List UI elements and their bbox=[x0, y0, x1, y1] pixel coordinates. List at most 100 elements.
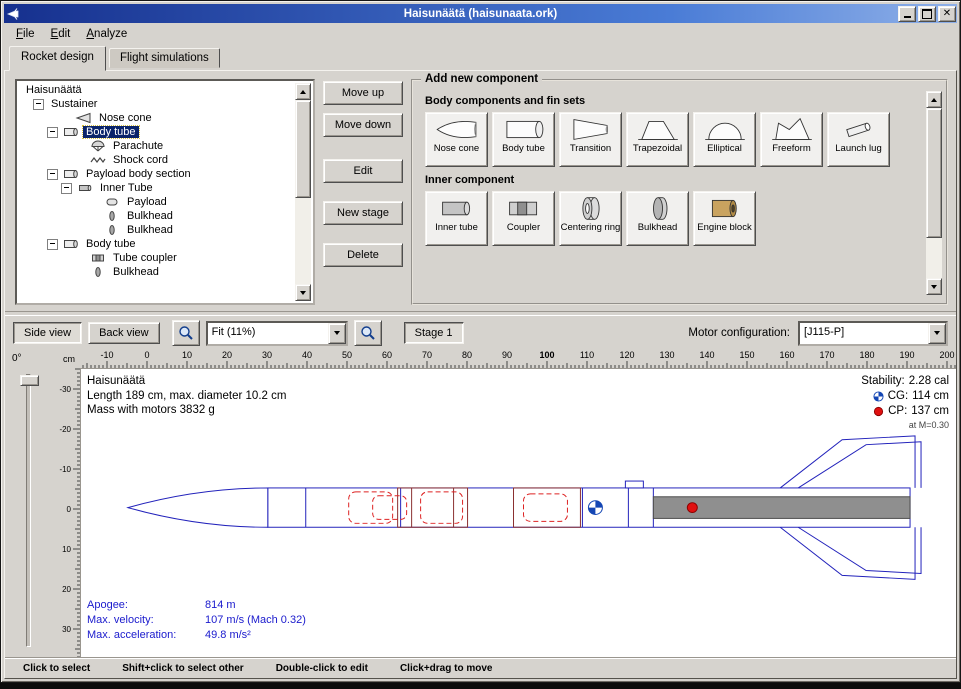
add-elliptical-button[interactable]: Elliptical bbox=[693, 112, 756, 167]
expander-icon[interactable] bbox=[47, 127, 58, 138]
window-title: Haisunäätä (haisunaata.ork) bbox=[4, 8, 957, 20]
component-scrollbar[interactable] bbox=[926, 91, 942, 295]
rocket-info: Haisunäätä Length 189 cm, max. diameter … bbox=[87, 374, 286, 418]
add-trapezoidal-button[interactable]: Trapezoidal bbox=[626, 112, 689, 167]
stage-1-button[interactable]: Stage 1 bbox=[404, 322, 464, 344]
add-launch-lug-button[interactable]: Launch lug bbox=[827, 112, 890, 167]
bulkhead-icon bbox=[89, 266, 107, 278]
transition-lg-icon bbox=[568, 116, 614, 143]
tab-flight-simulations[interactable]: Flight simulations bbox=[109, 48, 220, 68]
edit-button[interactable]: Edit bbox=[323, 159, 403, 183]
tree-item-tube-coupler[interactable]: Tube coupler bbox=[19, 251, 294, 265]
zoom-in-button[interactable] bbox=[354, 320, 382, 346]
scroll-up-button[interactable] bbox=[295, 83, 311, 100]
component-button-label: Trapezoidal bbox=[633, 144, 682, 154]
titlebar[interactable]: Haisunäätä (haisunaata.ork) ✕ bbox=[4, 4, 957, 23]
tab-rocket-design[interactable]: Rocket design bbox=[9, 46, 106, 71]
close-button[interactable]: ✕ bbox=[938, 6, 956, 22]
component-button-row-0: Nose cone Body tube Transition Trapezoidal E… bbox=[425, 112, 922, 167]
add-inner-tube-button[interactable]: Inner tube bbox=[425, 191, 488, 246]
svg-text:40: 40 bbox=[302, 350, 312, 360]
view-toolbar: Side view Back view Fit (11%) Stage 1 Mo… bbox=[5, 316, 956, 350]
minimize-button[interactable] bbox=[898, 6, 916, 22]
expander-icon[interactable] bbox=[47, 169, 58, 180]
tree-item-parachute[interactable]: Parachute bbox=[19, 139, 294, 153]
rotation-slider[interactable] bbox=[5, 368, 57, 657]
tree-item-label: Payload body section bbox=[83, 168, 194, 180]
tree-item-payload[interactable]: Payload bbox=[19, 195, 294, 209]
vertical-ruler: -30-20-100102030 bbox=[57, 368, 80, 657]
elliptical-fin-icon bbox=[702, 116, 748, 143]
back-view-button[interactable]: Back view bbox=[88, 322, 160, 344]
svg-text:80: 80 bbox=[462, 350, 472, 360]
app-icon[interactable] bbox=[6, 7, 20, 21]
shockcord-icon bbox=[89, 154, 107, 166]
motor-configuration-select[interactable]: [J115-P] bbox=[798, 321, 948, 346]
scrollbar-track[interactable] bbox=[295, 100, 311, 284]
menu-file[interactable]: File bbox=[8, 25, 43, 43]
add-transition-button[interactable]: Transition bbox=[559, 112, 622, 167]
tree-item-body-tube[interactable]: Body tube bbox=[19, 125, 294, 139]
expander-icon[interactable] bbox=[33, 99, 44, 110]
nosecone-lg-icon bbox=[434, 116, 480, 143]
ruler-unit-label: cm bbox=[63, 354, 75, 364]
add-engine-block-button[interactable]: Engine block bbox=[693, 191, 756, 246]
tree-item-sustainer[interactable]: Sustainer bbox=[19, 97, 294, 111]
tree-item-payload-body-section[interactable]: Payload body section bbox=[19, 167, 294, 181]
move-down-button[interactable]: Move down bbox=[323, 113, 403, 137]
zoom-out-button[interactable] bbox=[172, 320, 200, 346]
zoom-select[interactable]: Fit (11%) bbox=[206, 321, 348, 346]
tree-item-shock-cord[interactable]: Shock cord bbox=[19, 153, 294, 167]
scroll-up-button[interactable] bbox=[926, 91, 942, 108]
add-freeform-button[interactable]: Freeform bbox=[760, 112, 823, 167]
tree-item-haisun-t-[interactable]: Haisunäätä bbox=[19, 83, 294, 97]
delete-button[interactable]: Delete bbox=[323, 243, 403, 267]
component-button-label: Transition bbox=[570, 144, 611, 154]
add-centering-ring-button[interactable]: Centering ring bbox=[559, 191, 622, 246]
add-bulkhead-button[interactable]: Bulkhead bbox=[626, 191, 689, 246]
tree-item-bulkhead[interactable]: Bulkhead bbox=[19, 265, 294, 279]
svg-text:-10: -10 bbox=[59, 465, 71, 474]
stability-info: Stability:2.28 cal CG:114 cm CP:137 cm a… bbox=[861, 374, 949, 432]
rocket-name: Haisunäätä bbox=[87, 374, 286, 389]
dropdown-arrow-icon[interactable] bbox=[328, 323, 346, 344]
tree-item-bulkhead[interactable]: Bulkhead bbox=[19, 209, 294, 223]
add-body-tube-button[interactable]: Body tube bbox=[492, 112, 555, 167]
scroll-down-button[interactable] bbox=[295, 284, 311, 301]
dropdown-arrow-icon[interactable] bbox=[928, 323, 946, 344]
tree-item-inner-tube[interactable]: Inner Tube bbox=[19, 181, 294, 195]
maximize-button[interactable] bbox=[918, 6, 936, 22]
expander-icon[interactable] bbox=[47, 239, 58, 250]
add-coupler-button[interactable]: Coupler bbox=[492, 191, 555, 246]
component-button-label: Inner tube bbox=[435, 223, 478, 233]
tree-item-label: Body tube bbox=[83, 126, 139, 138]
scrollbar-track[interactable] bbox=[926, 108, 942, 278]
component-button-label: Bulkhead bbox=[638, 223, 678, 233]
scrollbar-thumb[interactable] bbox=[926, 108, 942, 238]
tree-item-bulkhead[interactable]: Bulkhead bbox=[19, 223, 294, 237]
tree-item-nose-cone[interactable]: Nose cone bbox=[19, 111, 294, 125]
group-title: Add new component bbox=[421, 73, 542, 85]
horizontal-ruler: -100102030405060708090100110120130140150… bbox=[80, 350, 956, 368]
tree-item-body-tube[interactable]: Body tube bbox=[19, 237, 294, 251]
tabstrip: Rocket design Flight simulations bbox=[4, 44, 957, 70]
menu-edit[interactable]: Edit bbox=[43, 25, 79, 43]
add-nose-cone-button[interactable]: Nose cone bbox=[425, 112, 488, 167]
tree-item-label: Inner Tube bbox=[97, 182, 156, 194]
scroll-down-button[interactable] bbox=[926, 278, 942, 295]
rotation-slider-track[interactable] bbox=[26, 374, 31, 647]
tree-scrollbar[interactable] bbox=[295, 83, 311, 301]
side-view-button[interactable]: Side view bbox=[13, 322, 82, 344]
move-up-button[interactable]: Move up bbox=[323, 81, 403, 105]
component-button-label: Nose cone bbox=[434, 144, 479, 154]
app-window: Haisunäätä (haisunaata.ork) ✕ FileEditAn… bbox=[0, 0, 961, 683]
max-velocity-value: 107 m/s (Mach 0.32) bbox=[205, 613, 306, 628]
rotation-slider-thumb[interactable] bbox=[20, 375, 39, 386]
new-stage-button[interactable]: New stage bbox=[323, 201, 403, 225]
rocket-canvas[interactable]: Haisunäätä Length 189 cm, max. diameter … bbox=[80, 368, 956, 657]
menu-analyze[interactable]: Analyze bbox=[78, 25, 135, 43]
svg-text:-20: -20 bbox=[59, 425, 71, 434]
bulkhead-lg-icon bbox=[635, 195, 681, 222]
expander-icon[interactable] bbox=[61, 183, 72, 194]
scrollbar-thumb[interactable] bbox=[295, 100, 311, 198]
